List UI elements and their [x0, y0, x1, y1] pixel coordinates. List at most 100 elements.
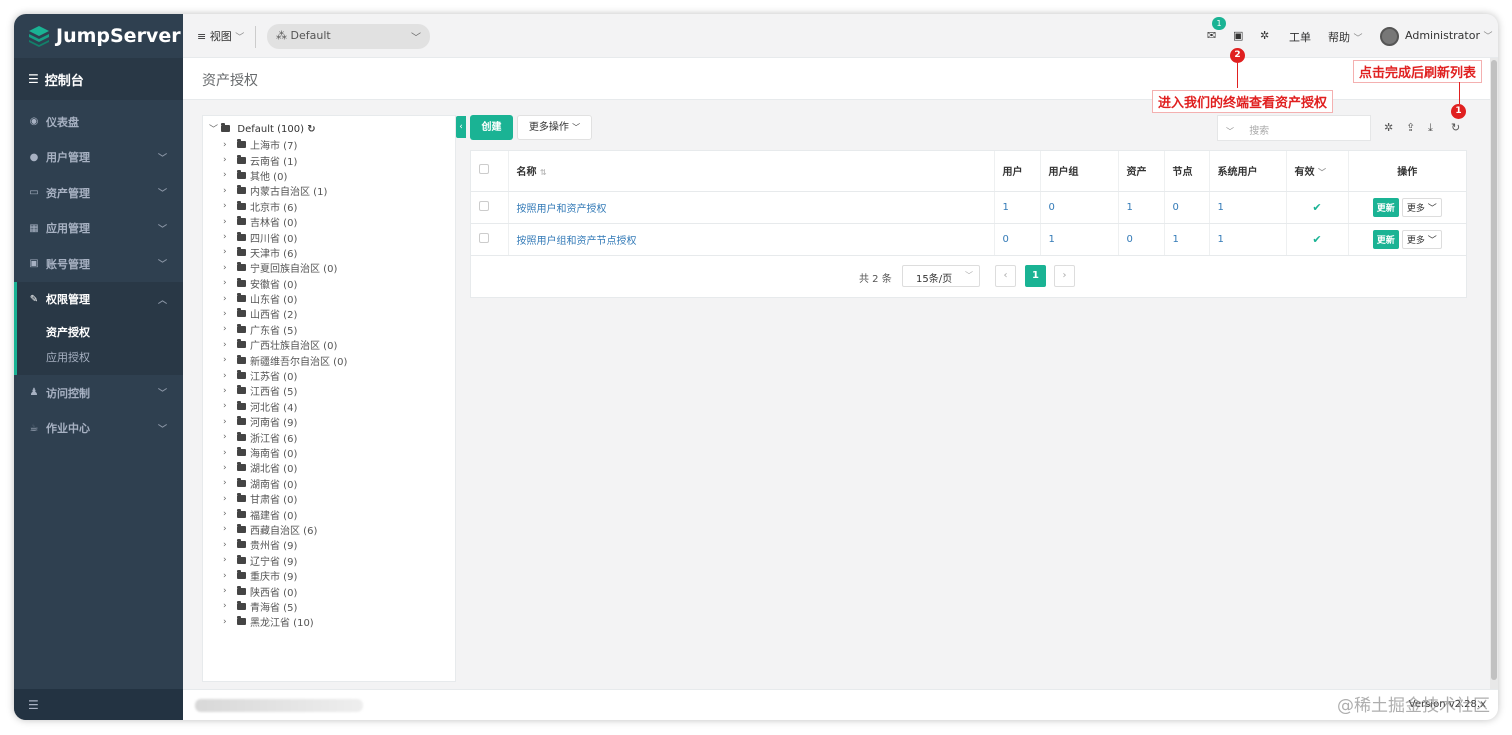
chevron-right-icon[interactable]: › [223, 232, 237, 242]
sidebar-item-accounts[interactable]: ▣ 账号管理 ﹀ [14, 246, 183, 282]
chevron-right-icon[interactable]: › [223, 478, 237, 488]
chevron-right-icon[interactable]: › [223, 217, 237, 227]
sidebar-item-users[interactable]: ● 用户管理 ﹀ [14, 140, 183, 176]
chevron-right-icon[interactable]: › [223, 309, 237, 319]
tree-node[interactable]: › 浙江省 (6) [223, 429, 347, 445]
tree-node[interactable]: › 黑龙江省 (10) [223, 614, 347, 629]
row-system-users[interactable]: 1 [1209, 223, 1287, 256]
row-assets[interactable]: 0 [1118, 223, 1165, 256]
row-user-groups[interactable]: 1 [1040, 223, 1119, 256]
sidebar-item-access-control[interactable]: ♟ 访问控制 ﹀ [14, 375, 183, 411]
tree-node[interactable]: › 北京市 (6) [223, 199, 347, 214]
tree-root-node[interactable]: ﹀ Default (100) ↻ [209, 122, 316, 135]
sidebar-item-job-center[interactable]: ☕ 作业中心 ﹀ [14, 411, 183, 447]
download-icon[interactable]: ⤓ [1428, 121, 1433, 135]
chevron-right-icon[interactable]: › [223, 155, 237, 165]
chevron-right-icon[interactable]: › [223, 601, 237, 611]
tree-node[interactable]: › 海南省 (0) [223, 445, 347, 460]
search-input[interactable]: ﹀ 搜索 [1217, 115, 1371, 141]
sidebar-item-dashboard[interactable]: ◉ 仪表盘 [14, 104, 183, 140]
tree-node[interactable]: › 陕西省 (0) [223, 583, 347, 599]
help-menu[interactable]: 帮助 ﹀ [1328, 29, 1363, 45]
tree-node[interactable]: › 湖北省 (0) [223, 460, 347, 475]
chevron-right-icon[interactable]: › [223, 494, 237, 504]
view-switch-button[interactable]: ≡ 视图 ﹀ [197, 28, 244, 44]
chevron-right-icon[interactable]: › [223, 371, 237, 381]
chevron-right-icon[interactable]: › [223, 432, 237, 442]
chevron-right-icon[interactable]: › [223, 340, 237, 350]
tree-node[interactable]: › 四川省 (0) [223, 229, 347, 245]
chevron-right-icon[interactable]: › [223, 463, 237, 473]
ticket-link[interactable]: 工单 [1289, 29, 1311, 45]
chevron-right-icon[interactable]: › [223, 555, 237, 565]
sidebar-item-applications[interactable]: ▦ 应用管理 ﹀ [14, 211, 183, 247]
scrollbar-thumb[interactable] [1491, 60, 1497, 680]
tree-node[interactable]: › 江苏省 (0) [223, 368, 347, 383]
col-valid[interactable]: 有效 ﹀ [1286, 151, 1349, 192]
chevron-right-icon[interactable]: › [223, 524, 237, 534]
chevron-right-icon[interactable]: › [223, 386, 237, 396]
mail-icon[interactable]: ✉ [1207, 29, 1216, 42]
more-dropdown[interactable]: 更多 ﹀ [1401, 229, 1442, 249]
chevron-right-icon[interactable]: › [223, 294, 237, 304]
tree-node[interactable]: › 云南省 (1) [223, 152, 347, 168]
upload-icon[interactable]: ⇪ [1406, 121, 1415, 134]
chevron-right-icon[interactable]: › [223, 170, 237, 180]
chevron-right-icon[interactable]: › [223, 324, 237, 334]
logo[interactable]: JumpServer [14, 14, 183, 58]
chevron-right-icon[interactable]: › [223, 417, 237, 427]
row-name-link[interactable]: 按照用户组和资产节点授权 [508, 223, 995, 256]
tree-node[interactable]: › 其他 (0) [223, 168, 347, 183]
tree-node[interactable]: › 贵州省 (9) [223, 537, 347, 552]
row-users[interactable]: 1 [994, 191, 1041, 224]
update-button[interactable]: 更新 [1372, 229, 1399, 249]
prev-page-button[interactable]: ‹ [995, 265, 1016, 287]
filter-icon[interactable]: ﹀ [1318, 168, 1326, 177]
tree-node[interactable]: › 河南省 (9) [223, 414, 347, 429]
gear-icon[interactable]: ✲ [1260, 29, 1269, 42]
tree-node[interactable]: › 山西省 (2) [223, 306, 347, 321]
refresh-icon[interactable]: ↻ [307, 124, 315, 135]
chevron-right-icon[interactable]: › [223, 247, 237, 257]
tree-node[interactable]: › 辽宁省 (9) [223, 553, 347, 568]
sort-icon[interactable]: ⇅ [540, 168, 547, 177]
update-button[interactable]: 更新 [1372, 197, 1399, 217]
chevron-right-icon[interactable]: › [223, 140, 237, 150]
sidebar-item-assets[interactable]: ▭ 资产管理 ﹀ [14, 175, 183, 211]
tree-node[interactable]: › 吉林省 (0) [223, 214, 347, 229]
select-all-checkbox[interactable] [479, 164, 489, 175]
chevron-right-icon[interactable]: › [223, 509, 237, 519]
organization-select[interactable]: ⁂ Default ﹀ [267, 24, 430, 49]
row-checkbox[interactable] [479, 232, 489, 243]
chevron-right-icon[interactable]: › [223, 401, 237, 411]
chevron-right-icon[interactable]: › [223, 448, 237, 458]
chevron-right-icon[interactable]: › [223, 278, 237, 288]
avatar[interactable] [1380, 27, 1399, 46]
row-assets[interactable]: 1 [1118, 191, 1165, 224]
sidebar-item-permissions[interactable]: ✎ 权限管理 ︿ [14, 281, 183, 317]
chevron-right-icon[interactable]: › [223, 355, 237, 365]
page-size-select[interactable]: 15条/页 ﹀ [902, 265, 980, 287]
tree-node[interactable]: › 青海省 (5) [223, 599, 347, 614]
row-name-link[interactable]: 按照用户和资产授权 [508, 191, 995, 224]
chevron-right-icon[interactable]: › [223, 617, 237, 627]
tree-node[interactable]: › 内蒙古自治区 (1) [223, 183, 347, 198]
sidebar-subitem-asset-permission[interactable]: 资产授权 [17, 319, 183, 344]
row-system-users[interactable]: 1 [1209, 191, 1287, 224]
refresh-icon[interactable]: ↻ [1451, 121, 1460, 134]
sidebar-subitem-app-permission[interactable]: 应用授权 [17, 344, 183, 369]
tree-node[interactable]: › 河北省 (4) [223, 399, 347, 414]
chevron-right-icon[interactable]: › [223, 571, 237, 581]
tree-node[interactable]: › 江西省 (5) [223, 383, 347, 398]
chevron-right-icon[interactable]: › [223, 540, 237, 550]
more-actions-dropdown[interactable]: 更多操作 ﹀ [517, 115, 592, 140]
tree-node[interactable]: › 新疆维吾尔自治区 (0) [223, 352, 347, 368]
tree-node[interactable]: › 安徽省 (0) [223, 276, 347, 291]
collapse-sidebar-button[interactable]: ☰ [14, 689, 183, 720]
tree-node[interactable]: › 天津市 (6) [223, 245, 347, 260]
tree-node[interactable]: › 宁夏回族自治区 (0) [223, 260, 347, 275]
tree-node[interactable]: › 广东省 (5) [223, 322, 347, 337]
row-checkbox[interactable] [479, 200, 489, 211]
row-users[interactable]: 0 [994, 223, 1041, 256]
col-name[interactable]: 名称 ⇅ [508, 151, 995, 192]
